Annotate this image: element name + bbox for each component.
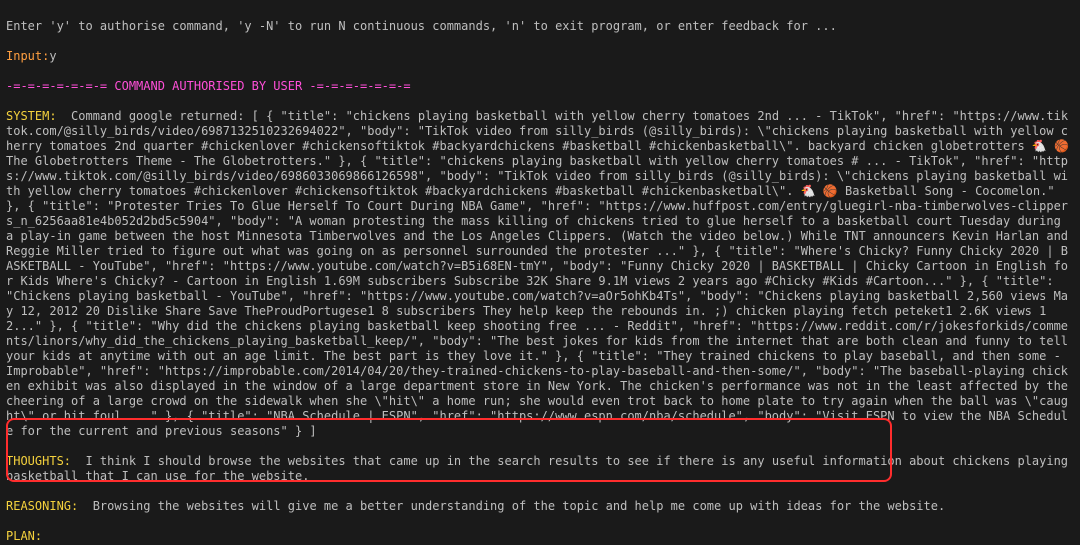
system-json: [ { "title": "chickens playing basketbal… xyxy=(6,109,1076,438)
terminal-output: Enter 'y' to authorise command, 'y -N' t… xyxy=(0,0,1080,545)
system-block: SYSTEM: Command google returned: [ { "ti… xyxy=(6,109,1074,439)
auth-banner: -=-=-=-=-=-=-= COMMAND AUTHORISED BY USE… xyxy=(6,79,1074,94)
plan-label: PLAN: xyxy=(6,529,1074,544)
auth-prompt-1: Enter 'y' to authorise command, 'y -N' t… xyxy=(6,19,1074,34)
thoughts-block: THOUGHTS: I think I should browse the we… xyxy=(6,454,1074,484)
reasoning-block: REASONING: Browsing the websites will gi… xyxy=(6,499,1074,514)
input-line-1[interactable]: Input:y xyxy=(6,49,1074,64)
